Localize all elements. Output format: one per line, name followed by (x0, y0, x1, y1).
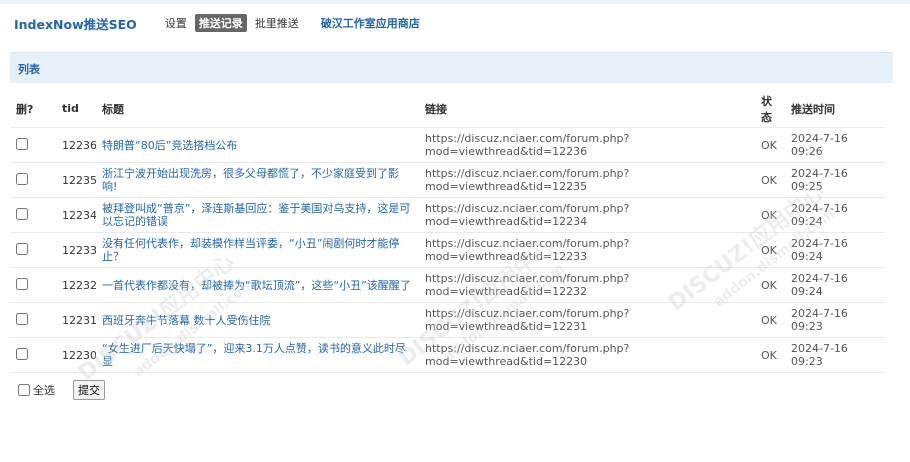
table-footer: 全选 提交 (18, 380, 105, 400)
row-status: OK (755, 162, 785, 198)
row-delete-cell (10, 267, 56, 303)
table-row: 12234 被拜登叫成“普京”，泽连斯基回应：鉴于美国对乌支持，这是可以忘记的错… (10, 197, 885, 233)
row-tid: 12230 (56, 337, 96, 373)
row-time: 2024-7-16 09:25 (785, 162, 885, 198)
row-title-link[interactable]: 西班牙奔牛节落幕 数十人受伤住院 (102, 314, 271, 327)
header-title: 标题 (96, 90, 419, 128)
row-title-cell: 特朗普“80后”竞选搭档公布 (96, 127, 419, 163)
row-title-cell: 一首代表作都没有，却被捧为“歌坛顶流”，这些“小丑”该醒醒了 (96, 267, 419, 303)
row-time: 2024-7-16 09:23 (785, 337, 885, 373)
header-tid: tid (56, 90, 96, 128)
select-all-checkbox[interactable] (18, 384, 30, 396)
row-title-link[interactable]: 浙江宁波开始出现洗房，很多父母都慌了，不少家庭受到了影响! (102, 167, 399, 193)
row-tid: 12232 (56, 267, 96, 303)
table-row: 12231 西班牙奔牛节落幕 数十人受伤住院 https://discuz.nc… (10, 302, 885, 338)
row-tid: 12235 (56, 162, 96, 198)
row-time: 2024-7-16 09:24 (785, 197, 885, 233)
row-status: OK (755, 337, 785, 373)
row-delete-cell (10, 232, 56, 268)
row-title-cell: 被拜登叫成“普京”，泽连斯基回应：鉴于美国对乌支持，这是可以忘记的错误 (96, 197, 419, 233)
row-link: https://discuz.nciaer.com/forum.php? mod=… (419, 267, 755, 303)
row-delete-checkbox[interactable] (16, 347, 28, 360)
top-strip (0, 0, 910, 4)
row-title-link[interactable]: 没有任何代表作，却装模作样当评委，“小丑”闹剧何时才能停止？ (102, 237, 399, 263)
row-tid: 12231 (56, 302, 96, 338)
row-title-cell: “女生进厂后天快塌了”，迎来3.1万人点赞，读书的意义此时尽显 (96, 337, 419, 373)
row-time: 2024-7-16 09:24 (785, 267, 885, 303)
row-link: https://discuz.nciaer.com/forum.php? mod=… (419, 162, 755, 198)
header-delete: 删? (10, 90, 56, 128)
row-link: https://discuz.nciaer.com/forum.php? mod=… (419, 302, 755, 338)
row-title-cell: 浙江宁波开始出现洗房，很多父母都慌了，不少家庭受到了影响! (96, 162, 419, 198)
row-time: 2024-7-16 09:24 (785, 232, 885, 268)
row-delete-checkbox[interactable] (16, 137, 28, 150)
table-header-row: 删? tid 标题 链接 状态 推送时间 (10, 90, 885, 128)
list-section-header: 列表 (10, 52, 893, 83)
row-tid: 12236 (56, 127, 96, 163)
push-records-table: 删? tid 标题 链接 状态 推送时间 12236 特朗普“80后”竞选搭档公… (10, 90, 885, 373)
row-link: https://discuz.nciaer.com/forum.php? mod=… (419, 232, 755, 268)
row-delete-checkbox[interactable] (16, 172, 28, 185)
row-status: OK (755, 197, 785, 233)
row-title-link[interactable]: 特朗普“80后”竞选搭档公布 (102, 139, 237, 152)
row-delete-checkbox[interactable] (16, 242, 28, 255)
row-title-link[interactable]: “女生进厂后天快塌了”，迎来3.1万人点赞，读书的意义此时尽显 (102, 342, 406, 368)
row-status: OK (755, 127, 785, 163)
row-tid: 12233 (56, 232, 96, 268)
header-time: 推送时间 (785, 90, 885, 128)
row-delete-cell (10, 197, 56, 233)
row-time: 2024-7-16 09:23 (785, 302, 885, 338)
row-link: https://discuz.nciaer.com/forum.php? mod=… (419, 337, 755, 373)
table-row: 12230 “女生进厂后天快塌了”，迎来3.1万人点赞，读书的意义此时尽显 ht… (10, 337, 885, 373)
row-time: 2024-7-16 09:26 (785, 127, 885, 163)
row-status: OK (755, 267, 785, 303)
header-link: 链接 (419, 90, 755, 128)
row-title-link[interactable]: 一首代表作都没有，却被捧为“歌坛顶流”，这些“小丑”该醒醒了 (102, 279, 411, 292)
row-delete-cell (10, 302, 56, 338)
header-status: 状态 (755, 90, 785, 128)
table-row: 12235 浙江宁波开始出现洗房，很多父母都慌了，不少家庭受到了影响! http… (10, 162, 885, 198)
row-delete-cell (10, 127, 56, 163)
table-row: 12232 一首代表作都没有，却被捧为“歌坛顶流”，这些“小丑”该醒醒了 htt… (10, 267, 885, 303)
row-tid: 12234 (56, 197, 96, 233)
nav-push-records[interactable]: 推送记录 (194, 14, 247, 32)
section-title: 列表 (18, 63, 40, 76)
top-nav: IndexNow推送SEO 设置 推送记录 批里推送 破汉工作室应用商店 (14, 13, 420, 33)
row-delete-checkbox[interactable] (16, 277, 28, 290)
row-delete-cell (10, 337, 56, 373)
table-row: 12233 没有任何代表作，却装模作样当评委，“小丑”闹剧何时才能停止？ htt… (10, 232, 885, 268)
nav-settings[interactable]: 设置 (161, 14, 191, 32)
row-delete-checkbox[interactable] (16, 207, 28, 220)
row-title-cell: 西班牙奔牛节落幕 数十人受伤住院 (96, 302, 419, 338)
select-all-label: 全选 (33, 384, 55, 397)
nav-store-link[interactable]: 破汉工作室应用商店 (321, 15, 420, 31)
row-title-cell: 没有任何代表作，却装模作样当评委，“小丑”闹剧何时才能停止？ (96, 232, 419, 268)
row-link: https://discuz.nciaer.com/forum.php? mod=… (419, 127, 755, 163)
brand-title: IndexNow推送SEO (14, 16, 137, 32)
nav-batch-push[interactable]: 批里推送 (251, 14, 303, 32)
row-link: https://discuz.nciaer.com/forum.php? mod=… (419, 197, 755, 233)
row-delete-cell (10, 162, 56, 198)
row-status: OK (755, 302, 785, 338)
submit-button[interactable]: 提交 (73, 380, 105, 400)
row-title-link[interactable]: 被拜登叫成“普京”，泽连斯基回应：鉴于美国对乌支持，这是可以忘记的错误 (102, 202, 410, 228)
row-delete-checkbox[interactable] (16, 312, 28, 325)
row-status: OK (755, 232, 785, 268)
table-row: 12236 特朗普“80后”竞选搭档公布 https://discuz.ncia… (10, 127, 885, 163)
